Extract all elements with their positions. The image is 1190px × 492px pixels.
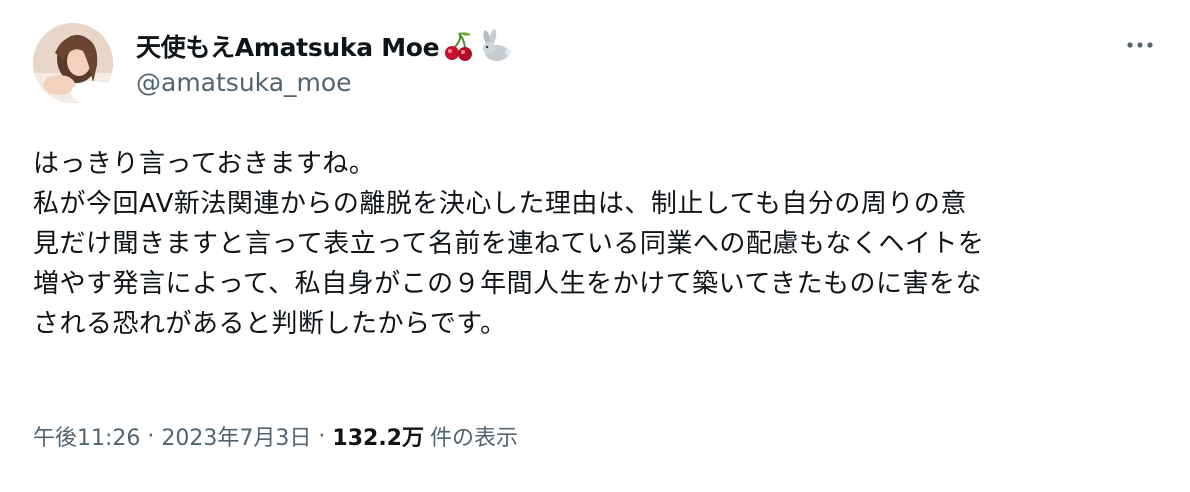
tweet-meta: 午後11:26 · 2023年7月3日 · 132.2万 件の表示 <box>33 418 518 454</box>
author-name-row[interactable]: 天使もえAmatsuka Moe <box>136 26 512 66</box>
meta-separator: · <box>147 423 155 449</box>
tweet-text-line: される恐れがあると判断したからです。 <box>33 309 507 339</box>
meta-separator: · <box>318 423 326 449</box>
avatar[interactable] <box>33 23 113 103</box>
tweet-text-line: 見だけ聞きますと言って表立って名前を連ねている同業への配慮もなくヘイトを <box>33 229 985 259</box>
views-count[interactable]: 132.2万 <box>332 420 424 452</box>
tweet-text: はっきり言っておきますね。 私が今回AV新法関連からの離脱を決心した理由は、制止… <box>33 144 1163 344</box>
views-label[interactable]: 件の表示 <box>430 420 518 452</box>
tweet-text-line: はっきり言っておきますね。 <box>33 149 376 179</box>
author-handle[interactable]: @amatsuka_moe <box>136 68 352 97</box>
more-options-button[interactable] <box>1120 30 1160 60</box>
tweet-date[interactable]: 2023年7月3日 <box>161 420 311 452</box>
tweet-card: 天使もえAmatsuka Moe @amatsuka_moe はっきり言っておき… <box>0 0 1190 492</box>
author-display-name[interactable]: 天使もえAmatsuka Moe <box>136 28 440 64</box>
avatar-photo <box>33 23 113 103</box>
tweet-text-line: 増やす発言によって、私自身がこの９年間人生をかけて築いてきたものに害をな <box>33 269 983 299</box>
tweet-text-line: 私が今回AV新法関連からの離脱を決心した理由は、制止しても自分の周りの意 <box>33 189 967 219</box>
rabbit-icon <box>477 29 512 63</box>
more-dots-icon <box>1127 42 1153 48</box>
cherry-icon <box>441 29 475 63</box>
tweet-time[interactable]: 午後11:26 <box>33 420 140 452</box>
